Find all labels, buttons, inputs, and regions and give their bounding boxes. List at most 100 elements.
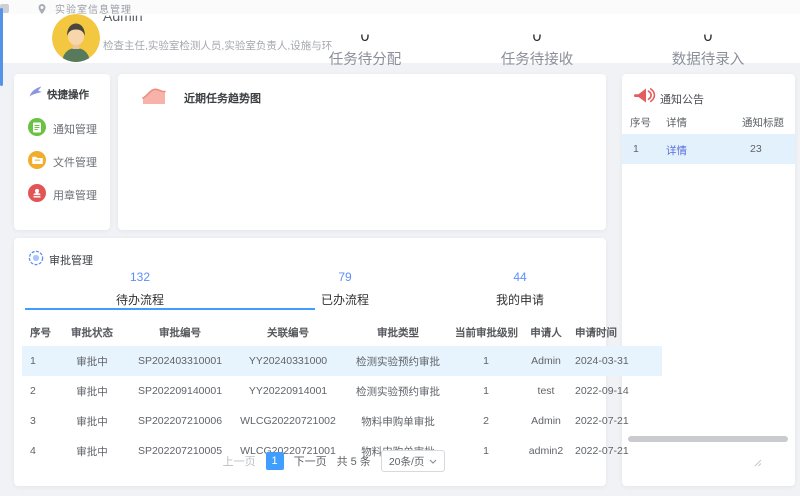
cell-status: 审批中: [58, 346, 126, 376]
cell-index: 2: [22, 376, 58, 406]
col-status: 审批状态: [58, 318, 126, 346]
stat-value: 0: [300, 28, 430, 45]
cell-applicant: Admin: [518, 346, 574, 376]
notice-row[interactable]: 1 详情 23: [622, 134, 795, 164]
notices-table-header: 序号 详情 通知标题: [622, 112, 795, 132]
badge-circle-icon: [28, 250, 44, 271]
chevron-down-icon: [429, 459, 437, 464]
pin-icon: [37, 2, 47, 20]
cell-approval-no: SP202209140001: [126, 376, 234, 406]
user-roles: 检查主任,实验室检测人员,实验室负责人,设施与环: [103, 38, 332, 53]
quick-operations-panel: 快捷操作 通知管理 文件管理 用章管理: [14, 74, 110, 230]
col-index: 序号: [630, 115, 651, 130]
tab-done-processes[interactable]: 79 已办流程: [260, 270, 430, 308]
cell-apply-time: 2024-03-31: [574, 346, 662, 376]
cell-type: 检测实验预约审批: [342, 346, 454, 376]
col-apply-time: 申请时间: [574, 318, 662, 346]
stat-value: 0: [643, 28, 773, 45]
quick-op-notice-management[interactable]: 通知管理: [14, 118, 110, 138]
col-detail: 详情: [666, 115, 687, 130]
folder-icon: [28, 151, 46, 169]
cell-status: 审批中: [58, 406, 126, 436]
approvals-title: 审批管理: [49, 252, 93, 268]
stat-label: 数据待录入: [643, 48, 773, 69]
page-size-value: 20条/页: [389, 454, 425, 469]
trend-chart-title: 近期任务趋势图: [184, 90, 261, 106]
quick-op-label: 文件管理: [53, 154, 97, 170]
stat-value: 0: [472, 28, 602, 45]
page-title: 实验室信息管理: [55, 1, 132, 16]
user-avatar[interactable]: [52, 14, 100, 62]
table-row[interactable]: 3 审批中 SP202207210006 WLCG20220721002 物料申…: [22, 406, 662, 436]
col-approval-no: 审批编号: [126, 318, 234, 346]
stat-label: 任务待分配: [300, 48, 430, 69]
active-tab-underline: [25, 308, 315, 310]
stat-tasks-to-assign: 0 任务待分配: [300, 28, 430, 69]
approvals-panel: 审批管理 132 待办流程 79 已办流程 44 我的申请 序号 审批状态 审批…: [14, 238, 606, 486]
cell-approval-no: SP202207210006: [126, 406, 234, 436]
window-tab-bar: 实验室信息管理: [0, 0, 800, 14]
approvals-table: 序号 审批状态 审批编号 关联编号 审批类型 当前审批级别 申请人 申请时间 1…: [22, 318, 662, 466]
col-level: 当前审批级别: [454, 318, 518, 346]
prev-page-button[interactable]: 上一页: [223, 453, 256, 469]
cell-level: 2: [454, 406, 518, 436]
notice-title-value: 23: [750, 143, 762, 155]
col-related-no: 关联编号: [234, 318, 342, 346]
total-count: 共 5 条: [337, 453, 371, 469]
tab-label: 待办流程: [55, 291, 225, 308]
lims-dashboard: 实验室信息管理 Admin 检查主任,实验室检测人员,实验室负责人,设施与环 0…: [0, 0, 800, 496]
cell-index: 3: [22, 406, 58, 436]
cell-related-no-link[interactable]: YY20240331000: [234, 346, 342, 376]
trend-chart-panel: 近期任务趋势图: [118, 74, 606, 230]
tab-pending-processes[interactable]: 132 待办流程: [55, 270, 225, 308]
swoosh-arrow-icon: [28, 85, 43, 103]
col-applicant: 申请人: [518, 318, 574, 346]
cell-applicant: test: [518, 376, 574, 406]
stat-tasks-to-receive: 0 任务待接收: [472, 28, 602, 69]
area-chart-icon: [140, 84, 168, 113]
cell-type: 检测实验预约审批: [342, 376, 454, 406]
tab-count: 132: [55, 270, 225, 284]
notices-title: 通知公告: [660, 91, 704, 107]
quick-op-file-management[interactable]: 文件管理: [14, 151, 110, 171]
quick-op-label: 用章管理: [53, 187, 97, 203]
table-header-row: 序号 审批状态 审批编号 关联编号 审批类型 当前审批级别 申请人 申请时间: [22, 318, 662, 346]
cell-status: 审批中: [58, 376, 126, 406]
cell-index: 1: [22, 346, 58, 376]
cell-approval-no: SP202403310001: [126, 346, 234, 376]
tab-label: 我的申请: [435, 291, 605, 308]
page-size-select[interactable]: 20条/页: [381, 450, 446, 472]
notice-index: 1: [633, 143, 639, 155]
stat-label: 任务待接收: [472, 48, 602, 69]
pagination: 上一页 1 下一页 共 5 条 20条/页: [14, 450, 654, 472]
quick-operations-title: 快捷操作: [47, 87, 89, 102]
cell-type: 物料申购单审批: [342, 406, 454, 436]
next-page-button[interactable]: 下一页: [294, 453, 327, 469]
table-row[interactable]: 2 审批中 SP202209140001 YY20220914001 检测实验预…: [22, 376, 662, 406]
col-index: 序号: [22, 318, 58, 346]
quick-op-label: 通知管理: [53, 121, 97, 137]
tab-my-applications[interactable]: 44 我的申请: [435, 270, 605, 308]
stamp-icon: [28, 184, 46, 202]
cell-level: 1: [454, 346, 518, 376]
document-icon: [28, 118, 46, 136]
cell-related-no-link[interactable]: YY20220914001: [234, 376, 342, 406]
stat-data-to-enter: 0 数据待录入: [643, 28, 773, 69]
col-title: 通知标题: [742, 115, 784, 130]
tab-label: 已办流程: [260, 291, 430, 308]
cell-apply-time: 2022-09-14: [574, 376, 662, 406]
cell-applicant: Admin: [518, 406, 574, 436]
notice-detail-link[interactable]: 详情: [666, 143, 687, 158]
left-scrollbar[interactable]: [0, 8, 3, 86]
tab-count: 79: [260, 270, 430, 284]
page-1-button[interactable]: 1: [266, 452, 284, 470]
col-type: 审批类型: [342, 318, 454, 346]
cell-level: 1: [454, 376, 518, 406]
quick-op-seal-management[interactable]: 用章管理: [14, 184, 110, 204]
resize-handle-icon[interactable]: [754, 454, 762, 472]
megaphone-icon: [632, 85, 656, 112]
cell-related-no-link[interactable]: WLCG20220721002: [234, 406, 342, 436]
cell-apply-time: 2022-07-21: [574, 406, 662, 436]
table-row[interactable]: 1 审批中 SP202403310001 YY20240331000 检测实验预…: [22, 346, 662, 376]
tab-count: 44: [435, 270, 605, 284]
